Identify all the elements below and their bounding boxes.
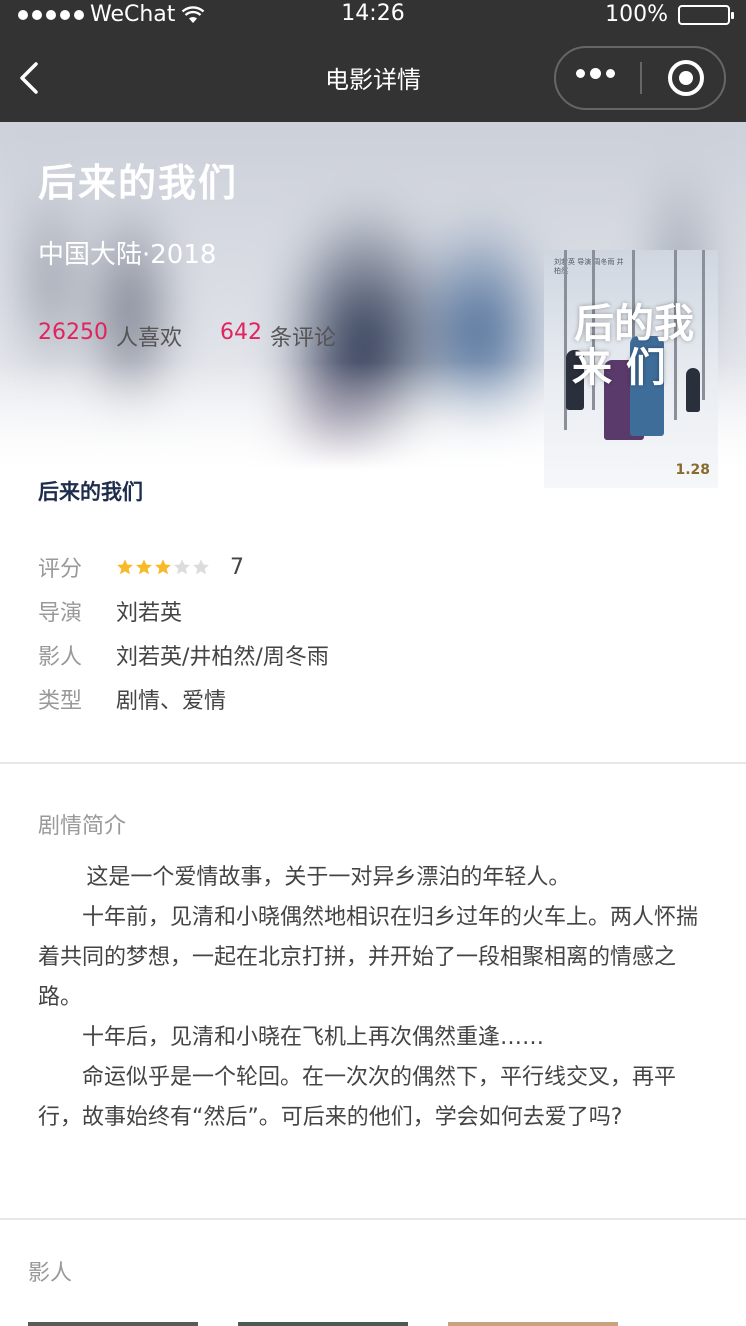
synopsis-paragraph: 这是一个爱情故事，关于一对异乡漂泊的年轻人。 — [86, 865, 571, 890]
star-filled-icon — [117, 559, 133, 575]
cast-photo-strip — [28, 1322, 618, 1326]
synopsis-text: 这是一个爱情故事，关于一对异乡漂泊的年轻人。 十年前，见清和小晓偶然地相识在归乡… — [38, 858, 703, 1138]
battery-percent: 100% — [605, 2, 668, 27]
cast-row: 影人 刘若英/井柏然/周冬雨 — [38, 633, 329, 677]
genre-row: 类型 剧情、爱情 — [38, 677, 329, 721]
battery-icon — [678, 4, 734, 25]
cast-value: 刘若英/井柏然/周冬雨 — [116, 645, 329, 670]
section-divider — [0, 762, 746, 764]
movie-info: 评分 7 导演 刘若英 影人 刘若英/井柏然/周冬雨 类型 剧情、爱情 — [38, 545, 329, 721]
section-divider — [0, 1218, 746, 1220]
movie-title: 后来的我们 — [38, 161, 239, 205]
rating-value: 7 — [230, 554, 244, 580]
likes-count: 26250 — [38, 320, 108, 345]
rating-stars — [116, 558, 210, 576]
movie-poster[interactable]: 刘若英 导演 周冬雨 井柏然 后的我 来 们 1.28 — [544, 250, 718, 488]
genre-value: 剧情、爱情 — [116, 689, 227, 714]
cast-heading: 影人 — [28, 1261, 73, 1286]
director-label: 导演 — [38, 601, 83, 626]
star-filled-icon — [136, 559, 152, 575]
director-row: 导演 刘若英 — [38, 589, 329, 633]
comments-count: 642 — [220, 320, 263, 345]
genre-label: 类型 — [38, 689, 83, 714]
cast-photo[interactable] — [448, 1322, 618, 1326]
poster-title-line2: 来 们 — [572, 344, 666, 391]
region-year: 中国大陆·2018 — [38, 240, 217, 270]
synopsis-paragraph: 命运似乎是一个轮回。在一次次的偶然下，平行线交叉，再平行，故事始终有“然后”。可… — [38, 1065, 677, 1130]
poster-title-line1: 后的我 — [574, 300, 694, 347]
star-filled-icon — [155, 559, 171, 575]
synopsis-paragraph: 十年后，见清和小晓在飞机上再次偶然重逢…… — [82, 1025, 545, 1050]
battery-group: 100% — [605, 2, 734, 27]
rating-row: 评分 7 — [38, 545, 329, 589]
movie-subtitle: 后来的我们 — [38, 480, 143, 504]
star-empty-icon — [174, 559, 190, 575]
status-bar: WeChat 14:26 100% — [0, 0, 746, 30]
likes-label: 人喜欢 — [116, 326, 183, 351]
cast-photo[interactable] — [28, 1322, 198, 1326]
cast-photo[interactable] — [238, 1322, 408, 1326]
movie-stats: 26250 人喜欢 642 条评论 — [38, 320, 336, 352]
cast-label: 影人 — [38, 645, 83, 670]
capsule-divider — [640, 62, 642, 94]
star-empty-icon — [193, 559, 209, 575]
mini-program-capsule — [554, 46, 726, 110]
poster-date: 1.28 — [675, 462, 710, 478]
more-icon[interactable] — [576, 68, 615, 79]
synopsis-heading: 剧情简介 — [38, 814, 127, 839]
synopsis-paragraph: 十年前，见清和小晓偶然地相识在归乡过年的火车上。两人怀揣着共同的梦想，一起在北京… — [38, 905, 699, 1010]
comments-label: 条评论 — [270, 326, 337, 351]
rating-label: 评分 — [38, 557, 83, 582]
close-target-icon[interactable] — [668, 60, 704, 96]
navigation-bar: 电影详情 — [0, 30, 746, 122]
director-value: 刘若英 — [116, 601, 183, 626]
